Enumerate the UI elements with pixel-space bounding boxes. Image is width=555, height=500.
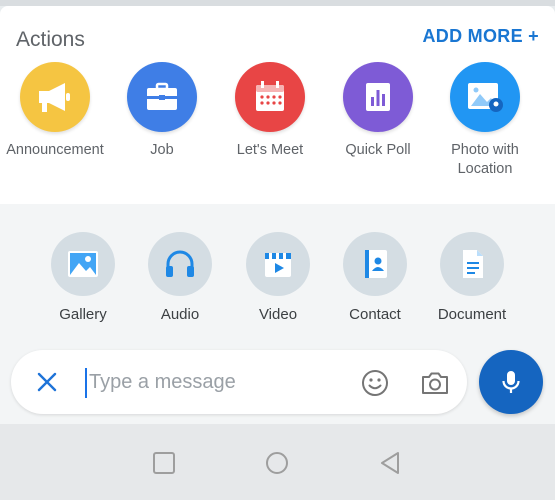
contact-book-icon [343,232,407,296]
action-job[interactable]: Job [107,62,217,160]
action-announcement[interactable]: Announcement [0,62,110,160]
photo-location-icon [450,62,520,132]
action-quick-poll[interactable]: Quick Poll [323,62,433,160]
camera-icon[interactable] [419,368,451,398]
text-cursor [85,368,87,398]
home-icon[interactable] [264,450,290,476]
back-icon[interactable] [378,450,404,476]
attach-audio[interactable]: Audio [130,232,230,323]
action-photo-with-location[interactable]: Photo with Location [430,62,540,179]
attach-label: Document [437,306,507,323]
action-lets-meet[interactable]: Let's Meet [215,62,325,160]
attach-label: Video [258,306,298,323]
gallery-icon [51,232,115,296]
message-input[interactable] [89,364,349,400]
megaphone-icon [20,62,90,132]
action-label: Photo with Location [451,142,519,177]
attach-video[interactable]: Video [228,232,328,323]
briefcase-icon [127,62,197,132]
attach-contact[interactable]: Contact [325,232,425,323]
actions-title: Actions [16,28,85,51]
action-label: Announcement [6,142,104,158]
attach-label: Gallery [59,306,107,323]
emoji-icon[interactable] [360,368,390,398]
calendar-icon [235,62,305,132]
system-navigation-bar [0,424,555,500]
headphones-icon [148,232,212,296]
attach-label: Audio [160,306,200,323]
attach-label: Contact [349,306,401,323]
document-icon [440,232,504,296]
add-more-button[interactable]: ADD MORE + [422,26,539,47]
action-label: Job [150,142,174,158]
action-label: Quick Poll [345,142,411,158]
microphone-button[interactable] [479,350,543,414]
poll-icon [343,62,413,132]
close-icon[interactable] [33,368,61,396]
video-icon [246,232,310,296]
action-label: Let's Meet [236,142,304,158]
attach-document[interactable]: Document [422,232,522,323]
message-composer [11,350,467,414]
microphone-icon [502,371,520,393]
recent-apps-icon[interactable] [151,450,177,476]
attach-gallery[interactable]: Gallery [33,232,133,323]
